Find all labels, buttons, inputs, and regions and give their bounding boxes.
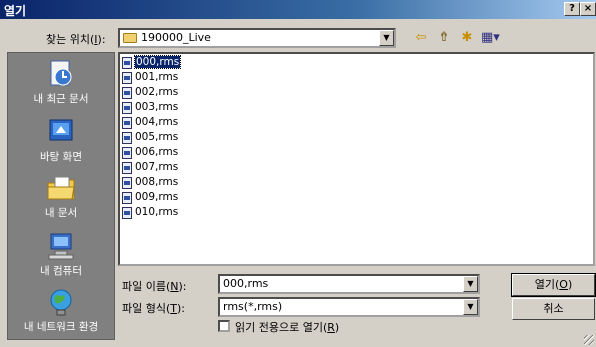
rms-file-icon bbox=[122, 56, 132, 69]
file-item[interactable]: 007,rms bbox=[122, 161, 178, 176]
rms-file-icon bbox=[122, 101, 132, 114]
window-title: 열기 bbox=[4, 4, 27, 18]
up-folder-icon[interactable]: ⇮ bbox=[435, 30, 453, 46]
chevron-down-icon[interactable]: ▼ bbox=[463, 276, 478, 292]
place-desktop[interactable]: 바탕 화면 bbox=[8, 117, 114, 164]
place-recent-documents[interactable]: 내 최근 문서 bbox=[8, 59, 114, 106]
recent-documents-icon bbox=[50, 60, 72, 86]
rms-file-icon bbox=[122, 131, 132, 144]
place-label-network: 내 네트워크 환경 bbox=[23, 321, 99, 333]
back-arrow-icon[interactable]: ⇦ bbox=[412, 30, 430, 46]
file-item[interactable]: 000,rms bbox=[122, 55, 182, 71]
place-label-recent: 내 최근 문서 bbox=[33, 93, 89, 105]
file-type-dropdown[interactable]: rms(*,rms) ▼ bbox=[218, 297, 480, 317]
read-only-checkbox[interactable] bbox=[218, 320, 230, 332]
places-bar: 내 최근 문서 바탕 화면 내 문서 내 컴퓨터 내 네트워크 환경 bbox=[7, 52, 115, 340]
rms-file-icon bbox=[122, 71, 132, 84]
rms-file-icon bbox=[122, 161, 132, 174]
file-name-value: 000,rms bbox=[223, 277, 269, 290]
file-item[interactable]: 006,rms bbox=[122, 146, 178, 161]
file-type-label: 파일 형식(T): bbox=[122, 302, 186, 315]
rms-file-icon bbox=[122, 191, 132, 204]
rms-file-icon bbox=[122, 116, 132, 129]
rms-file-icon bbox=[122, 206, 132, 219]
help-button[interactable]: ? bbox=[564, 2, 580, 16]
my-computer-icon bbox=[48, 233, 74, 260]
desktop-icon bbox=[49, 119, 73, 141]
file-item[interactable]: 001,rms bbox=[122, 71, 178, 86]
file-name-label: 파일 이름(N): bbox=[122, 280, 187, 293]
rms-file-icon bbox=[122, 176, 132, 189]
place-my-documents[interactable]: 내 문서 bbox=[8, 173, 114, 220]
place-my-computer[interactable]: 내 컴퓨터 bbox=[8, 231, 114, 278]
rms-file-icon bbox=[122, 86, 132, 99]
title-bar[interactable]: 열기 ? × bbox=[0, 0, 596, 19]
file-item[interactable]: 003,rms bbox=[122, 101, 178, 116]
file-list[interactable]: 000,rms 001,rms 002,rms 003,rms 004,rms … bbox=[118, 52, 595, 266]
look-in-value: 190000_Live bbox=[141, 31, 211, 44]
place-label-my-computer: 내 컴퓨터 bbox=[40, 265, 82, 277]
file-item[interactable]: 004,rms bbox=[122, 116, 178, 131]
chevron-down-icon[interactable]: ▼ bbox=[379, 30, 394, 46]
open-button[interactable]: 열기(O) bbox=[511, 273, 596, 297]
folder-icon bbox=[123, 33, 137, 43]
read-only-label: 읽기 전용으로 열기(R) bbox=[235, 321, 340, 334]
views-menu-icon[interactable]: ▦▾ bbox=[481, 30, 500, 46]
network-places-icon bbox=[50, 289, 72, 316]
file-item[interactable]: 008,rms bbox=[122, 176, 178, 191]
file-item[interactable]: 009,rms bbox=[122, 191, 178, 206]
chevron-down-icon[interactable]: ▼ bbox=[463, 299, 478, 315]
file-item[interactable]: 005,rms bbox=[122, 131, 178, 146]
close-button[interactable]: × bbox=[580, 2, 596, 16]
look-in-label: 찾는 위치(I): bbox=[46, 33, 106, 46]
resize-grip[interactable] bbox=[584, 335, 594, 345]
file-item[interactable]: 010,rms bbox=[122, 206, 178, 221]
file-name-input[interactable]: 000,rms ▼ bbox=[218, 274, 480, 294]
rms-file-icon bbox=[122, 146, 132, 159]
place-network[interactable]: 내 네트워크 환경 bbox=[8, 287, 114, 334]
cancel-button[interactable]: 취소 bbox=[512, 298, 595, 320]
file-item[interactable]: 002,rms bbox=[122, 86, 178, 101]
toolbar: ⇦ ⇮ ✱ ▦▾ bbox=[412, 30, 500, 46]
file-type-value: rms(*,rms) bbox=[223, 300, 283, 313]
new-folder-icon[interactable]: ✱ bbox=[458, 30, 476, 46]
look-in-dropdown[interactable]: 190000_Live ▼ bbox=[118, 28, 396, 48]
place-label-my-documents: 내 문서 bbox=[44, 207, 78, 219]
place-label-desktop: 바탕 화면 bbox=[40, 151, 82, 163]
my-documents-icon bbox=[47, 176, 75, 200]
